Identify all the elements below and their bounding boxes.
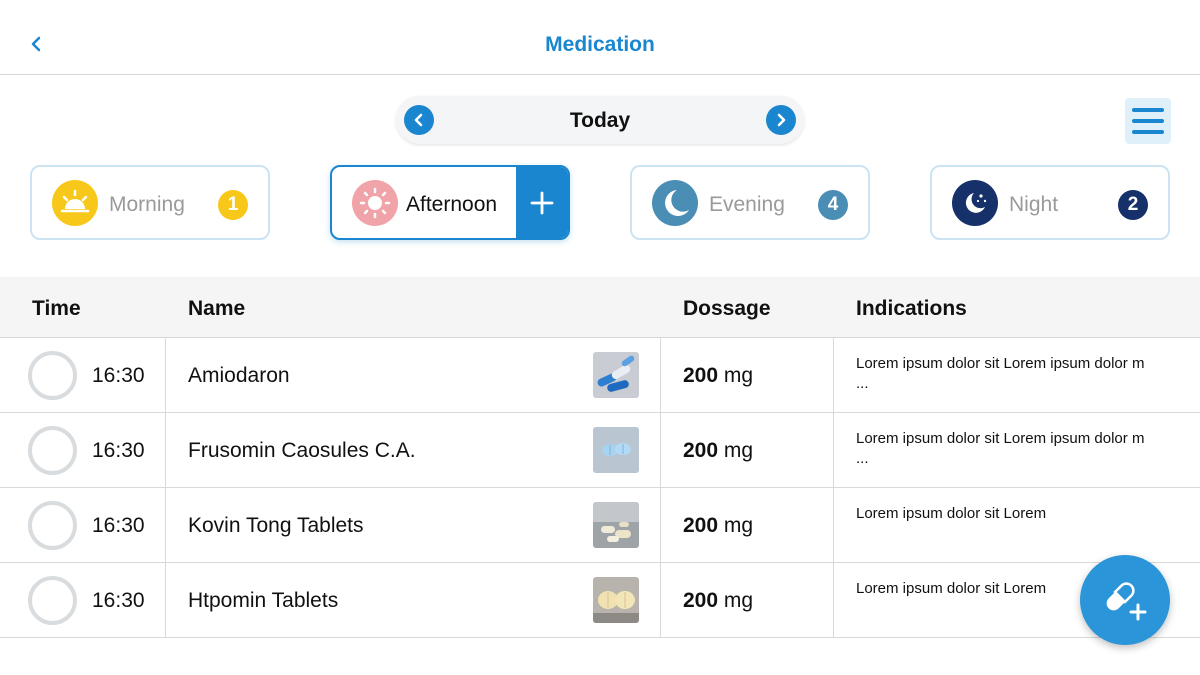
hamburger-menu-icon	[1132, 108, 1164, 112]
column-header-time: Time	[32, 297, 81, 320]
hamburger-menu-icon	[1132, 119, 1164, 123]
dose-value: 200	[683, 439, 719, 462]
sun-icon	[352, 180, 398, 226]
period-label: Afternoon	[406, 193, 498, 216]
medication-name: Amiodaron	[188, 364, 290, 387]
period-count-badge: 2	[1118, 190, 1148, 220]
column-header-name: Name	[188, 297, 246, 320]
medication-name: Kovin Tong Tablets	[188, 514, 364, 537]
dosage-cell: 200 mg	[683, 439, 753, 463]
time-cell: 16:30	[92, 439, 145, 462]
header-bar: Medication	[0, 0, 1200, 75]
column-header-indications: Indications	[856, 297, 967, 320]
period-tab-afternoon[interactable]: Afternoon	[330, 165, 570, 240]
dose-unit: mg	[723, 514, 754, 537]
column-divider	[165, 413, 166, 487]
indications-cell: Lorem ipsum dolor sit Lorem ipsum dolor …	[856, 430, 1145, 467]
yellow-tablets-image[interactable]	[593, 577, 639, 623]
add-medication-button[interactable]	[516, 167, 568, 238]
add-pill-icon	[1106, 580, 1147, 621]
column-divider	[833, 488, 834, 562]
table-row[interactable]: 16:30 Htpomin Tablets 200 mg Lorem ipsum…	[0, 563, 1200, 638]
dosage-cell: 200 mg	[683, 364, 753, 388]
current-date-label: Today	[569, 109, 631, 132]
time-cell: 16:30	[92, 514, 145, 537]
blue-tablets-image[interactable]	[593, 427, 639, 473]
column-divider	[660, 488, 661, 562]
dose-unit: mg	[723, 589, 754, 612]
period-tab-night[interactable]: Night 2	[930, 165, 1170, 240]
column-divider	[165, 488, 166, 562]
column-divider	[833, 563, 834, 637]
dose-unit: mg	[723, 364, 754, 387]
chevron-right-icon	[777, 113, 786, 127]
hamburger-menu-icon	[1132, 130, 1164, 134]
table-row[interactable]: 16:30 Frusomin Caosules C.A. 200 mg Lore…	[0, 413, 1200, 488]
page-title: Medication	[545, 33, 655, 56]
dosage-cell: 200 mg	[683, 514, 753, 538]
medication-name: Frusomin Caosules C.A.	[188, 439, 416, 462]
medication-name: Htpomin Tablets	[188, 589, 339, 612]
sunrise-icon	[52, 180, 98, 226]
dose-value: 200	[683, 364, 719, 387]
column-header-dosage: Dossage	[683, 297, 771, 320]
column-divider	[660, 413, 661, 487]
blue-capsules-image[interactable]	[593, 352, 639, 398]
taken-checkbox[interactable]	[28, 576, 77, 625]
medication-table: Time Name Dossage Indications 16:30 Amio…	[0, 277, 1200, 638]
moon-icon	[652, 180, 698, 226]
column-divider	[833, 338, 834, 412]
table-row[interactable]: 16:30 Amiodaron 200 mg Lorem ipsum dolor…	[0, 338, 1200, 413]
table-row[interactable]: 16:30 Kovin Tong Tablets 200 mg Lorem ip…	[0, 488, 1200, 563]
plus-icon	[530, 191, 554, 214]
taken-checkbox[interactable]	[28, 426, 77, 475]
period-tab-evening[interactable]: Evening 4	[630, 165, 870, 240]
menu-button[interactable]	[1125, 98, 1171, 144]
next-day-button[interactable]	[766, 105, 796, 135]
period-count-badge: 4	[818, 190, 848, 220]
add-pill-button[interactable]	[1080, 555, 1170, 645]
dose-unit: mg	[723, 439, 754, 462]
column-divider	[833, 413, 834, 487]
column-divider	[165, 563, 166, 637]
period-label: Evening	[709, 193, 785, 216]
date-navigator: Today	[396, 96, 804, 144]
dose-value: 200	[683, 514, 719, 537]
period-label: Night	[1009, 193, 1059, 216]
dosage-cell: 200 mg	[683, 589, 753, 613]
dose-value: 200	[683, 589, 719, 612]
white-pills-image[interactable]	[593, 502, 639, 548]
period-label: Morning	[109, 193, 185, 216]
indications-cell: Lorem ipsum dolor sit Lorem ipsum dolor …	[856, 355, 1145, 392]
column-divider	[660, 563, 661, 637]
moon-stars-icon	[952, 180, 998, 226]
taken-checkbox[interactable]	[28, 501, 77, 550]
indications-cell: Lorem ipsum dolor sit Lorem	[856, 505, 1047, 522]
time-cell: 16:30	[92, 364, 145, 387]
column-divider	[660, 338, 661, 412]
column-divider	[165, 338, 166, 412]
period-tab-morning[interactable]: Morning 1	[30, 165, 270, 240]
table-header: Time Name Dossage Indications	[0, 277, 1200, 338]
taken-checkbox[interactable]	[28, 351, 77, 400]
period-count-badge: 1	[218, 190, 248, 220]
time-cell: 16:30	[92, 589, 145, 612]
